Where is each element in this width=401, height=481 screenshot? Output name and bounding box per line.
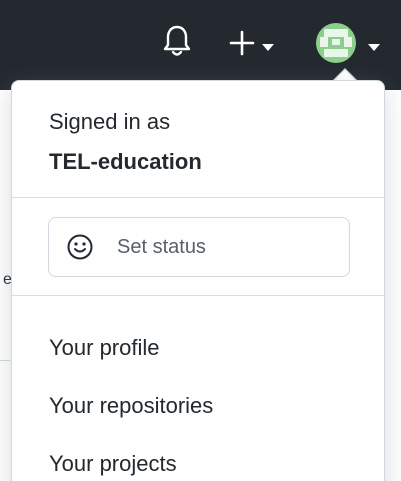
user-dropdown-menu: Signed in as TEL-education Set status Yo…	[11, 80, 385, 481]
set-status-button[interactable]: Set status	[48, 217, 350, 277]
menu-item-your-projects[interactable]: Your projects	[49, 453, 177, 475]
menu-divider	[12, 197, 384, 198]
background-divider	[0, 360, 10, 361]
caret-down-icon[interactable]	[262, 39, 274, 51]
signed-in-label: Signed in as	[49, 109, 171, 134]
page: e Signed in as TEL-education Set status …	[0, 0, 401, 481]
avatar[interactable]	[316, 23, 356, 63]
menu-divider	[12, 295, 384, 296]
signed-in-username: TEL-education	[49, 149, 202, 174]
menu-item-your-repositories[interactable]: Your repositories	[49, 395, 213, 417]
smiley-icon	[67, 234, 93, 260]
avatar-caret-down-icon[interactable]	[368, 39, 380, 51]
menu-item-your-profile[interactable]: Your profile	[49, 337, 159, 359]
plus-icon[interactable]	[229, 26, 255, 58]
set-status-label: Set status	[117, 236, 206, 258]
user-menu-button[interactable]	[316, 23, 386, 63]
bell-icon[interactable]	[163, 24, 191, 58]
